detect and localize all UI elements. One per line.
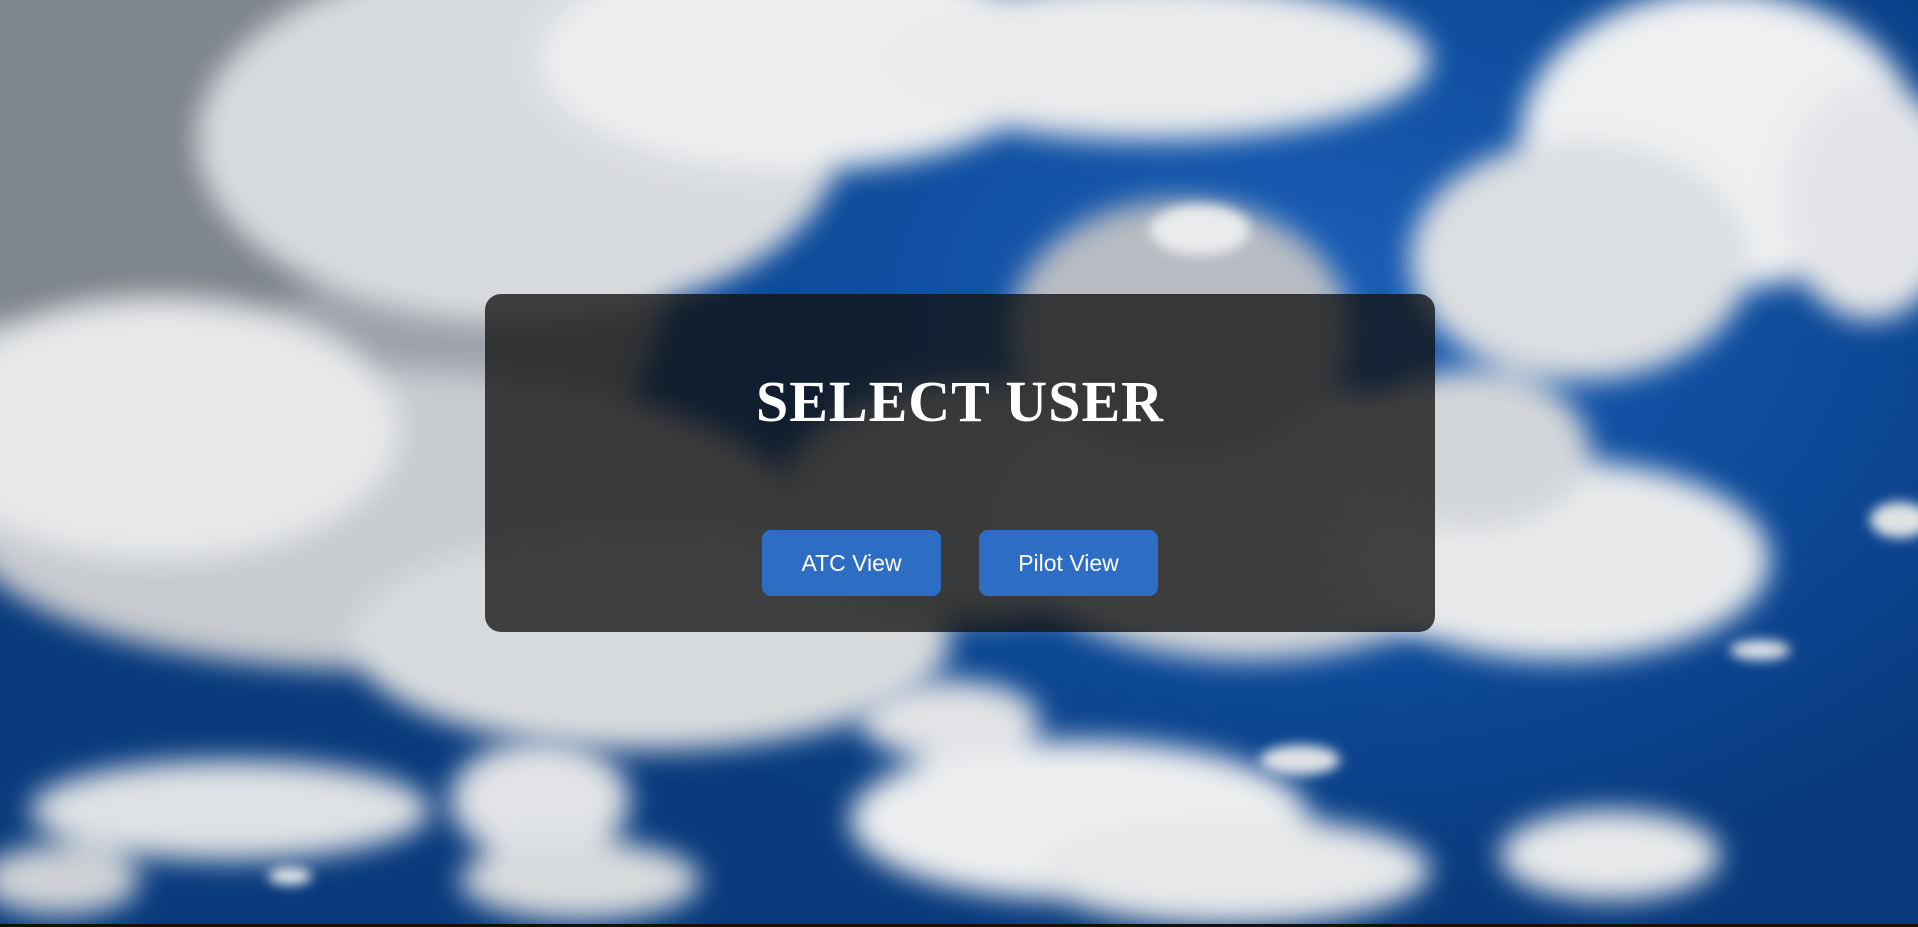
pilot-view-button[interactable]: Pilot View: [979, 530, 1158, 596]
page-title: SELECT USER: [755, 369, 1165, 434]
select-user-panel: SELECT USER ATC View Pilot View: [485, 294, 1435, 632]
atc-view-button[interactable]: ATC View: [762, 530, 941, 596]
